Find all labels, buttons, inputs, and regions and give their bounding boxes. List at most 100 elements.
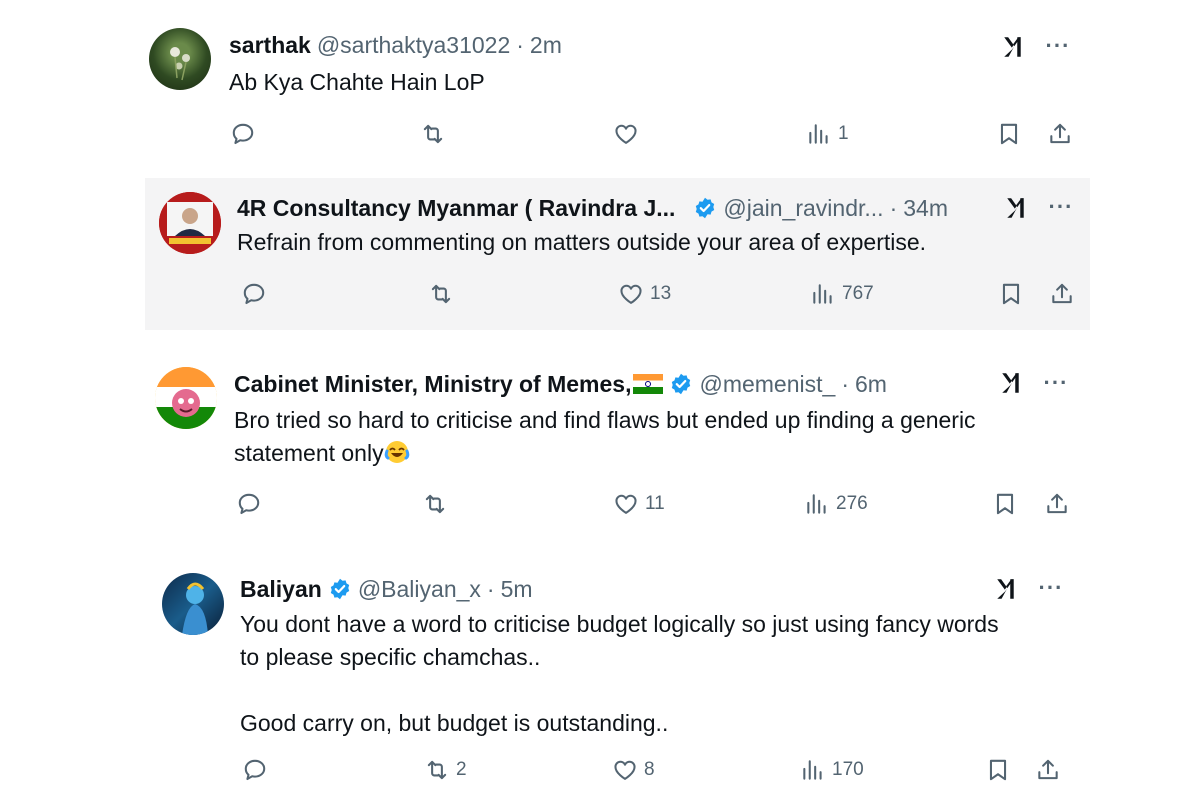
reply-icon [242, 757, 268, 783]
separator-dot: · [486, 576, 495, 602]
tweet-text-line: Bro tried so hard to criticise and find … [234, 407, 976, 433]
share-icon [1044, 491, 1070, 517]
separator-dot: · [889, 195, 898, 221]
tweet-text-line: Ab Kya Chahte Hain LoP [229, 69, 485, 95]
share-button[interactable] [1049, 281, 1075, 307]
retweet-count: 2 [456, 759, 467, 780]
tweet[interactable]: 4R Consultancy Myanmar ( Ravindra J... @… [145, 178, 1090, 330]
share-button[interactable] [1035, 757, 1061, 783]
tweet-header: sarthak @sarthaktya31022 · 2m [229, 30, 562, 60]
more-icon[interactable]: ··· [1038, 369, 1074, 397]
more-icon[interactable]: ··· [1033, 574, 1069, 602]
user-handle[interactable]: @memenist_ [699, 369, 835, 399]
tweet[interactable]: sarthak @sarthaktya31022 · 2m ··· Ab Kya… [140, 14, 1090, 174]
like-button[interactable]: 11 [613, 491, 665, 517]
tweet-text-line: Refrain from commenting on matters outsi… [237, 229, 927, 255]
avatar-figure-image [182, 582, 208, 635]
views-button[interactable]: 1 [806, 121, 849, 147]
tweet-header: Baliyan @Baliyan_x · 5m [240, 574, 533, 604]
tweet-header: Cabinet Minister, Ministry of Memes, @me… [234, 369, 887, 399]
bookmark-button[interactable] [985, 757, 1011, 783]
bookmark-button[interactable] [996, 121, 1022, 147]
laughing-crying-emoji-icon [384, 441, 409, 463]
bookmark-icon [985, 757, 1011, 783]
like-count: 13 [650, 283, 672, 304]
views-button[interactable]: 276 [804, 491, 868, 517]
retweet-button[interactable]: 2 [424, 757, 467, 783]
tweet-text-line: You dont have a word to criticise budget… [240, 611, 999, 637]
views-icon [800, 757, 826, 783]
reply-icon [241, 281, 267, 307]
grok-icon[interactable] [998, 369, 1026, 397]
timestamp[interactable]: 2m [530, 30, 562, 60]
views-count: 170 [832, 759, 864, 780]
reply-icon [236, 491, 262, 517]
grok-icon[interactable] [993, 575, 1021, 603]
grok-icon[interactable] [1003, 194, 1031, 222]
display-name[interactable]: 4R Consultancy Myanmar ( Ravindra J... [237, 193, 675, 223]
display-name[interactable]: Cabinet Minister, Ministry of Memes, [234, 369, 631, 399]
separator-dot: · [516, 32, 524, 58]
reply-button[interactable] [241, 281, 273, 307]
like-count: 8 [644, 759, 655, 780]
retweet-button[interactable] [428, 281, 460, 307]
tweet-text: You dont have a word to criticise budget… [240, 608, 1080, 740]
bookmark-button[interactable] [992, 491, 1018, 517]
heart-icon [613, 121, 639, 147]
heart-icon [613, 491, 639, 517]
views-count: 1 [838, 123, 849, 144]
tweet-text: Bro tried so hard to criticise and find … [234, 404, 1074, 470]
reply-icon [230, 121, 256, 147]
like-count: 11 [645, 493, 665, 514]
share-button[interactable] [1044, 491, 1070, 517]
grok-icon[interactable] [1000, 33, 1028, 61]
more-icon[interactable]: ··· [1040, 32, 1076, 60]
more-icon[interactable]: ··· [1043, 193, 1079, 221]
retweet-icon [422, 491, 448, 517]
reply-button[interactable] [236, 491, 268, 517]
tweet-header: 4R Consultancy Myanmar ( Ravindra J... @… [237, 193, 948, 223]
user-handle[interactable]: @jain_ravindr... [723, 193, 883, 223]
views-button[interactable]: 767 [810, 281, 874, 307]
verified-badge-icon [669, 372, 693, 396]
retweet-button[interactable] [422, 491, 454, 517]
display-name[interactable]: Baliyan [240, 574, 322, 604]
timestamp[interactable]: 6m [855, 369, 887, 399]
like-button[interactable]: 8 [612, 757, 655, 783]
share-icon [1035, 757, 1061, 783]
like-button[interactable] [613, 121, 645, 147]
like-button[interactable]: 13 [618, 281, 671, 307]
views-button[interactable]: 170 [800, 757, 864, 783]
separator-dot: · [841, 371, 849, 397]
views-count: 276 [836, 493, 868, 514]
bookmark-icon [992, 491, 1018, 517]
avatar[interactable] [155, 367, 217, 429]
avatar[interactable] [162, 573, 224, 635]
views-icon [804, 491, 830, 517]
share-button[interactable] [1047, 121, 1073, 147]
avatar[interactable] [159, 192, 221, 254]
bookmark-button[interactable] [998, 281, 1024, 307]
reply-button[interactable] [242, 757, 274, 783]
avatar[interactable] [149, 28, 211, 90]
tweet[interactable]: Cabinet Minister, Ministry of Memes, @me… [140, 350, 1090, 540]
tweet[interactable]: Baliyan @Baliyan_x · 5m ··· You dont hav… [140, 556, 1090, 800]
views-icon [810, 281, 836, 307]
heart-icon [618, 281, 644, 307]
verified-badge-icon [328, 577, 352, 601]
display-name[interactable]: sarthak [229, 30, 311, 60]
share-icon [1047, 121, 1073, 147]
tweet-text: Ab Kya Chahte Hain LoP [229, 66, 1069, 99]
bookmark-icon [998, 281, 1024, 307]
tweet-text-line: to please specific chamchas.. [240, 644, 541, 670]
tweet-text-line: Good carry on, but budget is outstanding… [240, 710, 669, 736]
user-handle[interactable]: @Baliyan_x [358, 574, 481, 604]
retweet-button[interactable] [420, 121, 452, 147]
timestamp[interactable]: 34m [903, 193, 948, 223]
timestamp[interactable]: 5m [501, 574, 533, 604]
user-handle[interactable]: @sarthaktya31022 [317, 30, 510, 60]
avatar-flower-image [170, 47, 190, 81]
share-icon [1049, 281, 1075, 307]
reply-button[interactable] [230, 121, 262, 147]
india-flag-icon [633, 374, 664, 394]
